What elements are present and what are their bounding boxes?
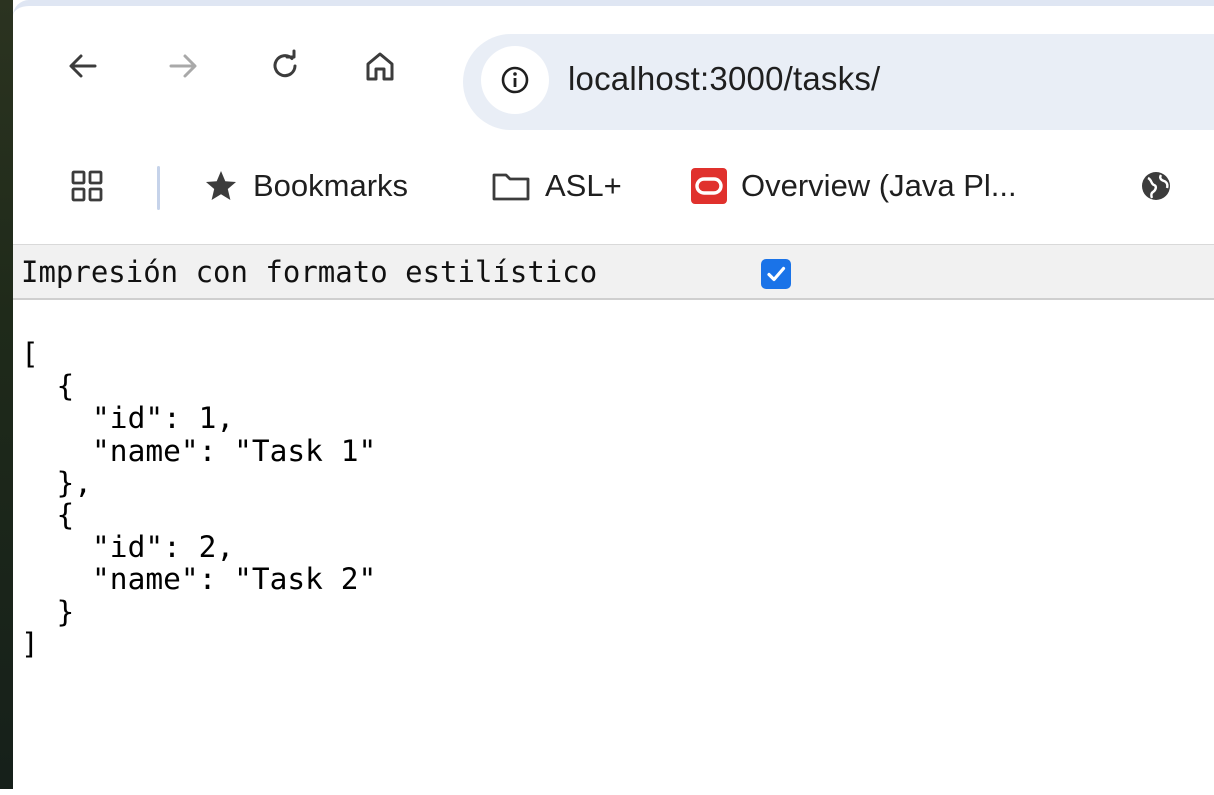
pretty-print-checkbox[interactable]	[761, 259, 791, 289]
address-bar[interactable]: localhost:3000/tasks/	[463, 34, 1214, 130]
reload-button[interactable]	[263, 44, 307, 88]
browser-toolbar: localhost:3000/tasks/	[13, 12, 1214, 136]
apps-button[interactable]	[69, 164, 119, 208]
globe-icon	[1142, 172, 1170, 200]
site-info-button[interactable]	[481, 46, 549, 114]
bookmark-asl[interactable]: ASL+	[491, 164, 622, 208]
pretty-print-bar: Impresión con formato estilístico	[13, 244, 1214, 300]
bookmark-bookmarks[interactable]: Bookmarks	[203, 164, 408, 208]
checkmark-icon	[767, 266, 786, 282]
star-icon	[206, 171, 236, 200]
pretty-print-label: Impresión con formato estilístico	[21, 255, 598, 289]
bookmarks-bar: Bookmarks ASL+ Overview (Java Pl...	[13, 136, 1214, 236]
apps-grid-icon	[71, 170, 103, 202]
browser-window: localhost:3000/tasks/ Bookmarks ASL+ Ove…	[13, 0, 1214, 795]
address-url[interactable]: localhost:3000/tasks/	[568, 60, 880, 98]
home-icon	[366, 52, 394, 81]
folder-icon	[492, 173, 530, 201]
forward-button[interactable]	[161, 44, 205, 88]
bookmark-label: Bookmarks	[253, 168, 409, 203]
arrow-left-icon	[69, 54, 97, 78]
bookmark-java-overview[interactable]: Overview (Java Pl...	[691, 164, 1017, 208]
arrow-right-icon	[169, 54, 197, 78]
back-button[interactable]	[61, 44, 105, 88]
bookmarks-separator	[157, 166, 160, 210]
info-icon	[501, 66, 529, 94]
desktop-edge	[0, 0, 13, 789]
bookmark-label: Overview (Java Pl...	[741, 168, 1017, 203]
json-content: [ { "id": 1, "name": "Task 1" }, { "id":…	[21, 337, 377, 661]
home-button[interactable]	[358, 44, 402, 88]
bookmark-globe[interactable]	[1139, 164, 1187, 208]
oracle-icon	[691, 168, 727, 204]
reload-icon	[273, 49, 297, 78]
bookmark-label: ASL+	[545, 168, 622, 203]
